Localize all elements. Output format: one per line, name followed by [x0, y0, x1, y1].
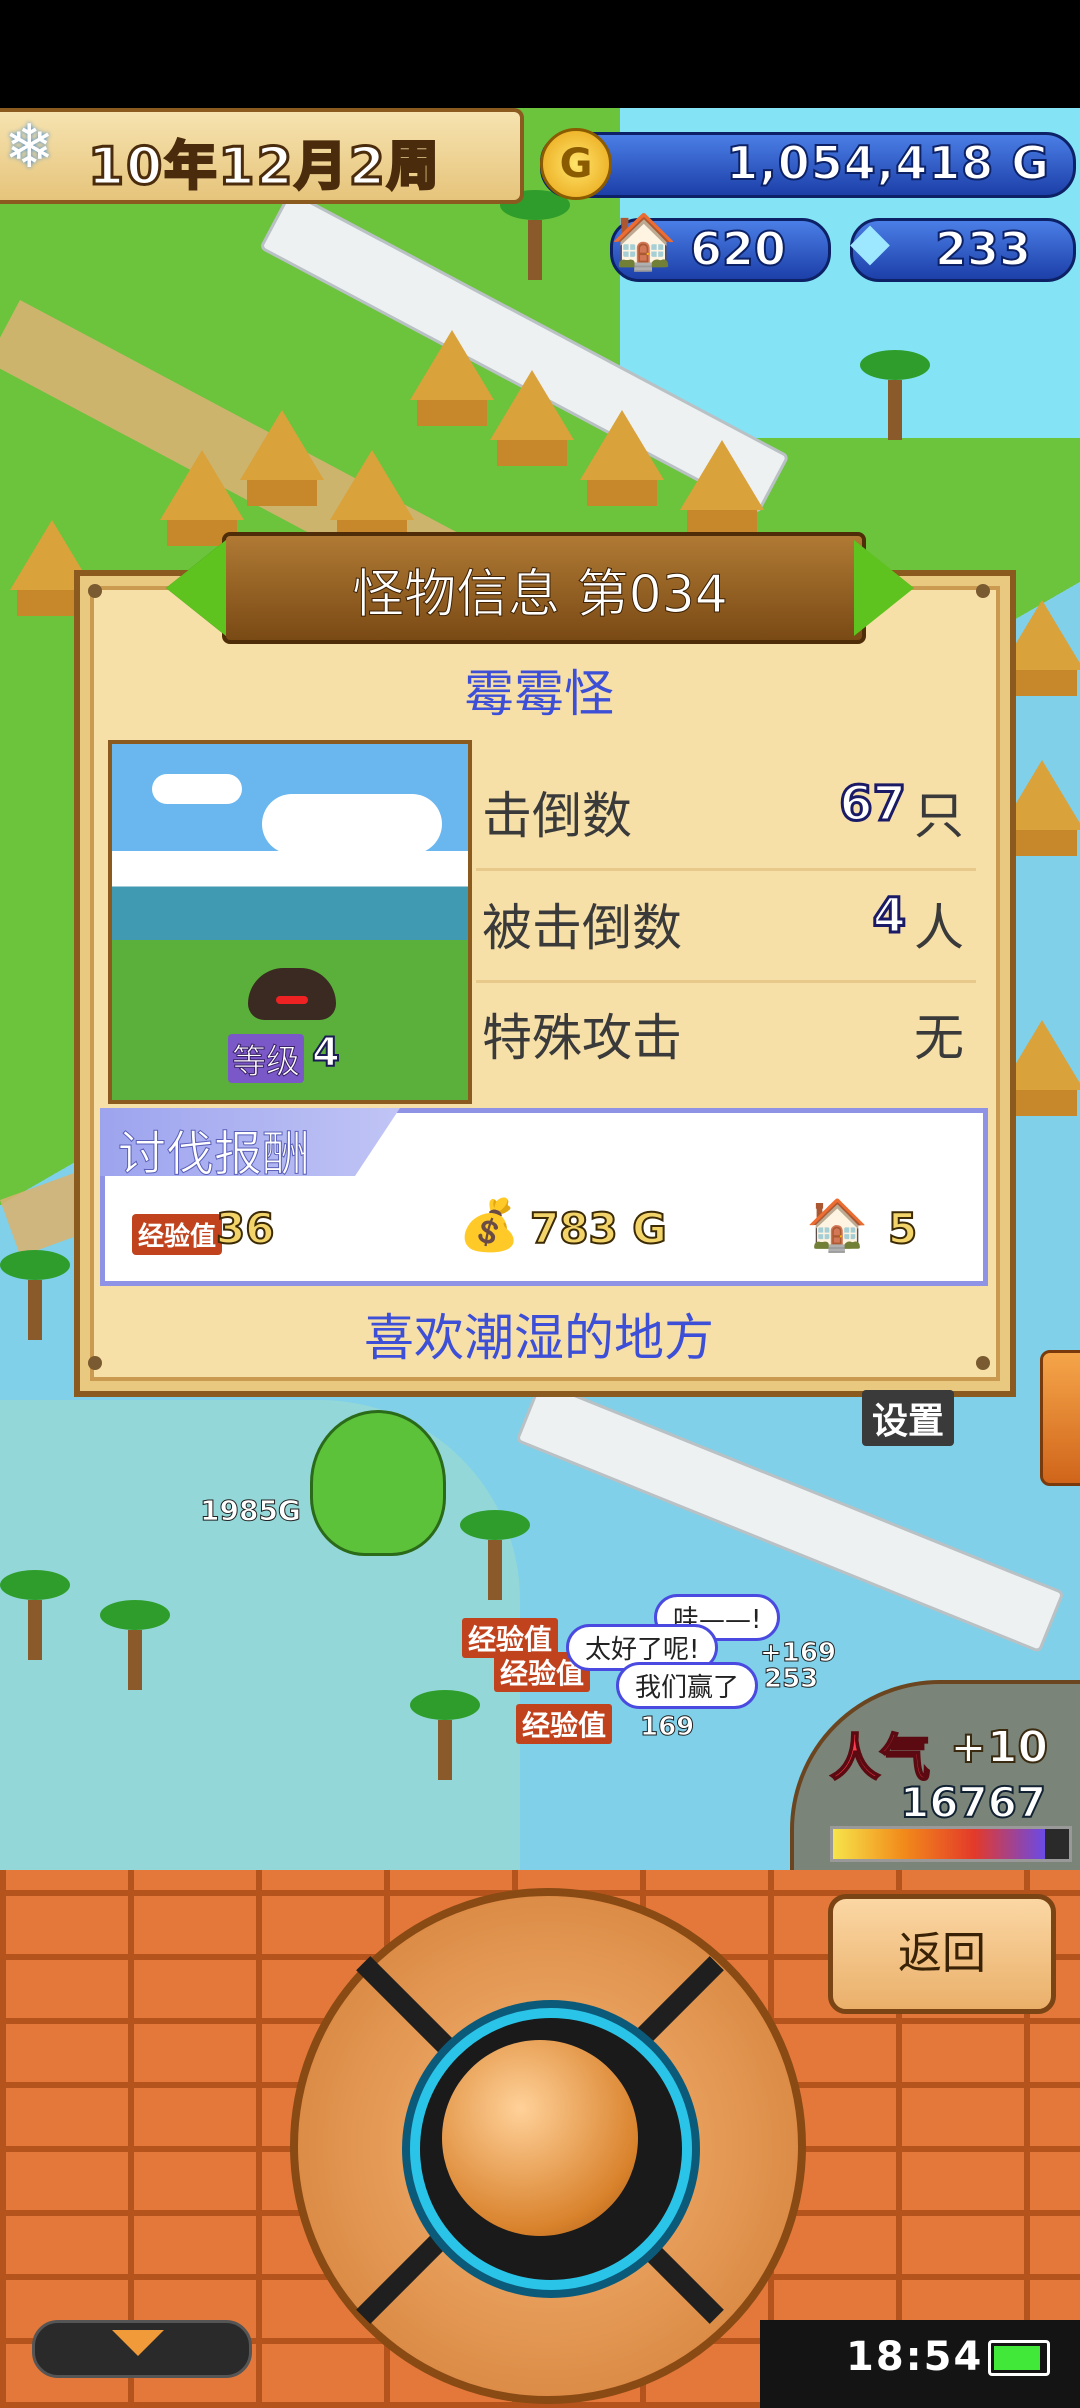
- money-bag-icon: 💰: [458, 1196, 521, 1254]
- exp-tag: 经验值: [516, 1704, 613, 1744]
- population-count: 620: [689, 221, 787, 277]
- side-panel-toggle[interactable]: [1040, 1350, 1080, 1486]
- popularity-gauge: [830, 1826, 1072, 1862]
- game-date: 10年12月2周: [87, 136, 441, 199]
- prev-arrow-icon[interactable]: [166, 540, 226, 636]
- rivet: [88, 584, 102, 598]
- chevron-down-icon: [112, 2330, 164, 2356]
- reward-exp-value: 36: [215, 1203, 275, 1254]
- hut-icon[interactable]: [580, 410, 664, 506]
- float-number: 169: [639, 1712, 695, 1743]
- palm-tree-icon: [0, 1250, 70, 1340]
- reward-house-value: 5: [887, 1203, 918, 1254]
- stat-unit-defeats: 人: [914, 899, 964, 957]
- clock-time: 18:54: [846, 2334, 984, 2380]
- rivet: [976, 584, 990, 598]
- reward-title: 讨伐报酬: [117, 1126, 311, 1183]
- hut-icon[interactable]: [490, 370, 574, 466]
- hut-icon[interactable]: [240, 410, 324, 506]
- speech-bubble: 我们赢了: [616, 1662, 759, 1709]
- gem-count: 233: [934, 221, 1032, 277]
- popularity-gain: +10: [949, 1721, 1049, 1774]
- exp-icon: 经验值: [132, 1214, 223, 1255]
- float-number: 253: [763, 1664, 819, 1695]
- back-button[interactable]: 返回: [828, 1894, 1056, 2014]
- palm-tree-icon: [100, 1600, 170, 1690]
- house-icon: 🏠: [806, 1196, 869, 1254]
- popularity-gauge-fill: [833, 1829, 1046, 1859]
- house-icon: 🏠: [610, 210, 678, 273]
- next-arrow-icon[interactable]: [854, 540, 914, 636]
- hut-icon[interactable]: [680, 440, 764, 536]
- stat-label-kills: 击倒数: [482, 787, 632, 845]
- gold-amount: 1,054,418 G: [725, 135, 1050, 191]
- popularity-count: 16767: [899, 1777, 1047, 1828]
- slime-monster-icon: [248, 968, 336, 1020]
- hut-icon[interactable]: [410, 330, 494, 426]
- dragon-character[interactable]: [310, 1410, 446, 1556]
- reward-gold-value: 783 G: [529, 1203, 668, 1254]
- cloud: [262, 794, 442, 854]
- cloud: [152, 774, 242, 804]
- divider: [476, 868, 976, 871]
- settings-button[interactable]: 设置: [862, 1390, 955, 1446]
- battery-fill: [994, 2346, 1040, 2370]
- level-value: 4: [311, 1029, 341, 1077]
- monster-name: 霉霉怪: [464, 665, 614, 723]
- snowflake-icon: ❄: [4, 112, 55, 182]
- stat-label-special: 特殊攻击: [482, 1009, 682, 1067]
- stat-value-special: 无: [914, 1009, 964, 1067]
- palm-tree-icon: [410, 1690, 480, 1780]
- stat-value-defeats: 4: [871, 887, 907, 946]
- dialog-title: 怪物信息 第034: [352, 565, 729, 626]
- monster-hint: 喜欢潮湿的地方: [364, 1309, 714, 1367]
- divider: [476, 980, 976, 983]
- slime-mouth: [276, 996, 308, 1004]
- stat-unit-kills: 只: [914, 787, 964, 845]
- stat-label-defeats: 被击倒数: [482, 899, 682, 957]
- top-black-bar: [0, 0, 1080, 108]
- crystal-icon: ◆: [850, 212, 890, 272]
- level-label: 等级: [228, 1034, 304, 1083]
- palm-tree-icon: [460, 1510, 530, 1600]
- palm-tree-icon: [860, 350, 930, 440]
- joystick-center-button[interactable]: [442, 2040, 638, 2236]
- gold-coin-icon: G: [540, 128, 612, 200]
- stat-value-kills: 67: [838, 775, 908, 834]
- damage-number: 1985G: [200, 1494, 302, 1528]
- palm-tree-icon: [0, 1570, 70, 1660]
